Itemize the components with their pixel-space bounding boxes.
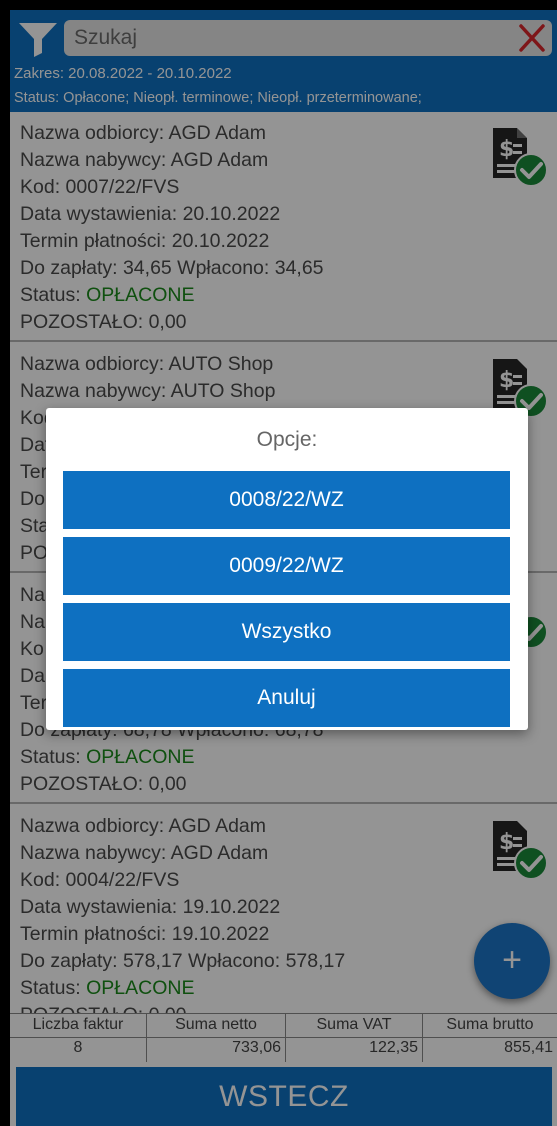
select-all-button[interactable]: Wszystko [63, 603, 510, 661]
option-0009-22-wz-button[interactable]: 0009/22/WZ [63, 537, 510, 595]
options-dialog: Opcje: 0008/22/WZ 0009/22/WZ Wszystko An… [46, 408, 528, 730]
option-0008-22-wz-button[interactable]: 0008/22/WZ [63, 471, 510, 529]
dialog-title: Opcje: [256, 428, 318, 451]
app-screen: Zakres: 20.08.2022 - 20.10.2022 Status: … [10, 10, 557, 1126]
cancel-button[interactable]: Anuluj [63, 669, 510, 727]
